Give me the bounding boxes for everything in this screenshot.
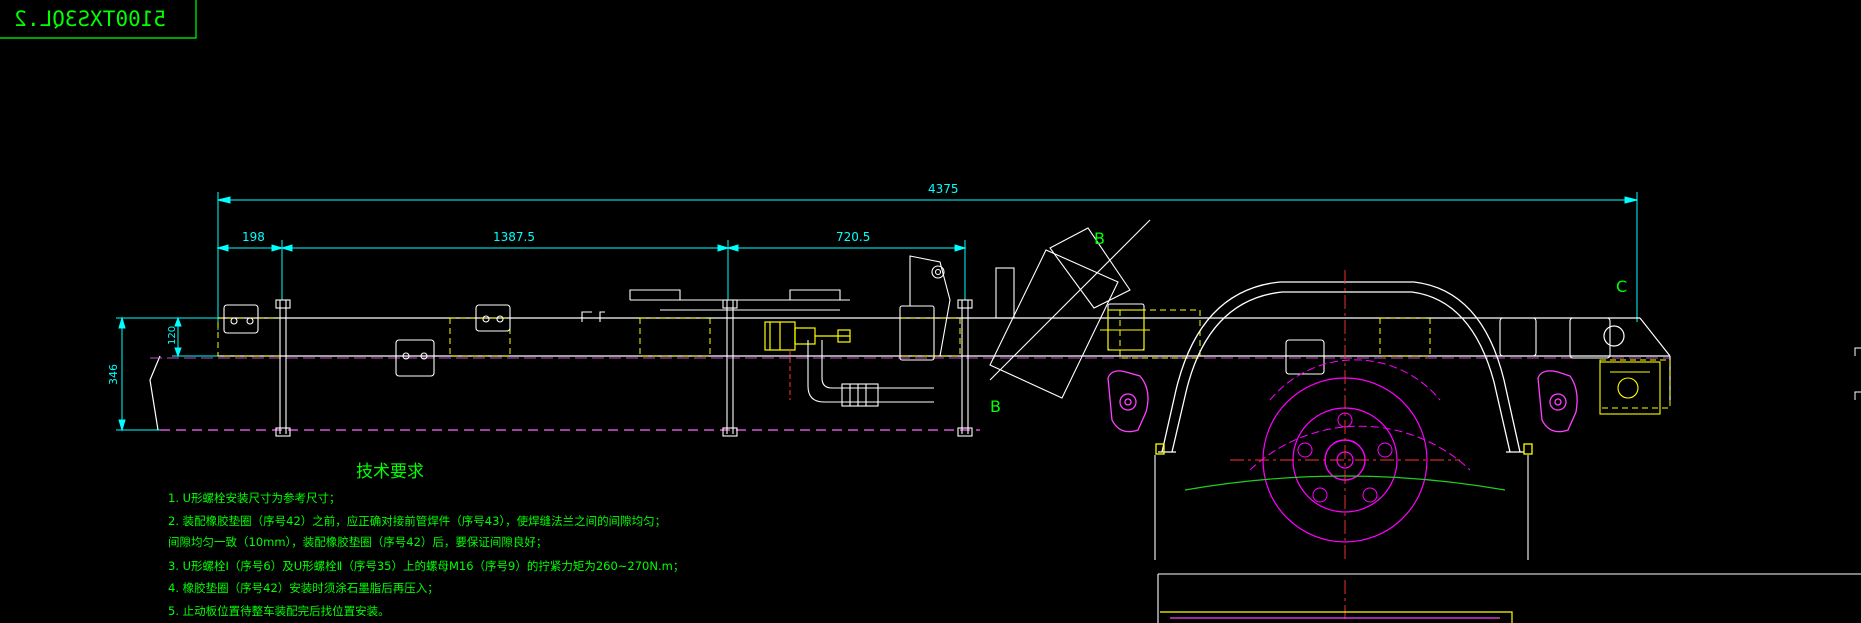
dimension-overall-value: 4375 — [928, 182, 959, 196]
u-bolts — [275, 299, 973, 437]
air-pipe — [807, 340, 934, 407]
dimension-120: 120 — [167, 326, 178, 345]
dimension-vertical: 346 120 — [107, 316, 240, 432]
rear-box — [1599, 361, 1661, 415]
cad-drawing-canvas: 5100TXS3QL.2 4375 198 1387.5 720.5 346 1… — [0, 0, 1861, 623]
dimension-198: 198 — [242, 230, 265, 244]
dimension-346: 346 — [107, 364, 120, 385]
section-label-b-bottom: B — [990, 397, 1001, 416]
section-markers: B B C — [990, 229, 1627, 416]
note-line-5: 4. 橡胶垫圈（序号42）安装时须涂石墨脂后再压入； — [168, 581, 439, 595]
slanted-component — [989, 219, 1151, 399]
note-line-1: 1. U形螺栓安装尺寸为参考尺寸； — [168, 491, 341, 505]
right-edge-marks — [1854, 347, 1861, 400]
section-label-c: C — [1616, 277, 1627, 296]
rear-hook — [1603, 325, 1625, 347]
dimension-720-5: 720.5 — [836, 230, 870, 244]
yellow-clamp — [1100, 309, 1150, 351]
note-line-3: 间隙均匀一致（10mm），装配橡胶垫圈（序号42）后，要保证间隙良好； — [168, 535, 547, 549]
frame-rail — [149, 317, 1671, 431]
notes-heading: 技术要求 — [356, 462, 424, 482]
spring-mounts — [1107, 370, 1578, 455]
note-line-2: 2. 装配橡胶垫圈（序号42）之前，应正确对接前管焊件（序号43），使焊缝法兰之… — [168, 514, 666, 528]
section-label-b-top: B — [1094, 229, 1105, 248]
dimension-overall: 4375 — [217, 182, 1638, 330]
bottom-view — [1157, 573, 1861, 623]
note-line-6: 5. 止动板位置待整车装配完后找位置安装。 — [168, 604, 390, 618]
title-block-code: 5100TXS3QL.2 — [14, 7, 166, 31]
wheel-fender — [1158, 281, 1524, 453]
hidden-brackets — [217, 309, 1671, 409]
crossmember — [581, 289, 850, 322]
technical-notes: 技术要求 1. U形螺栓安装尺寸为参考尺寸； 2. 装配橡胶垫圈（序号42）之前… — [168, 462, 684, 618]
dimension-1387-5: 1387.5 — [493, 230, 535, 244]
title-block: 5100TXS3QL.2 — [0, 0, 197, 39]
note-line-4: 3. U形螺栓Ⅰ（序号6）及U形螺栓Ⅱ（序号35）上的螺母M16（序号9）的拧紧… — [168, 559, 684, 573]
spring-hangers — [223, 303, 1611, 377]
dimension-segments: 198 1387.5 720.5 — [216, 230, 967, 300]
